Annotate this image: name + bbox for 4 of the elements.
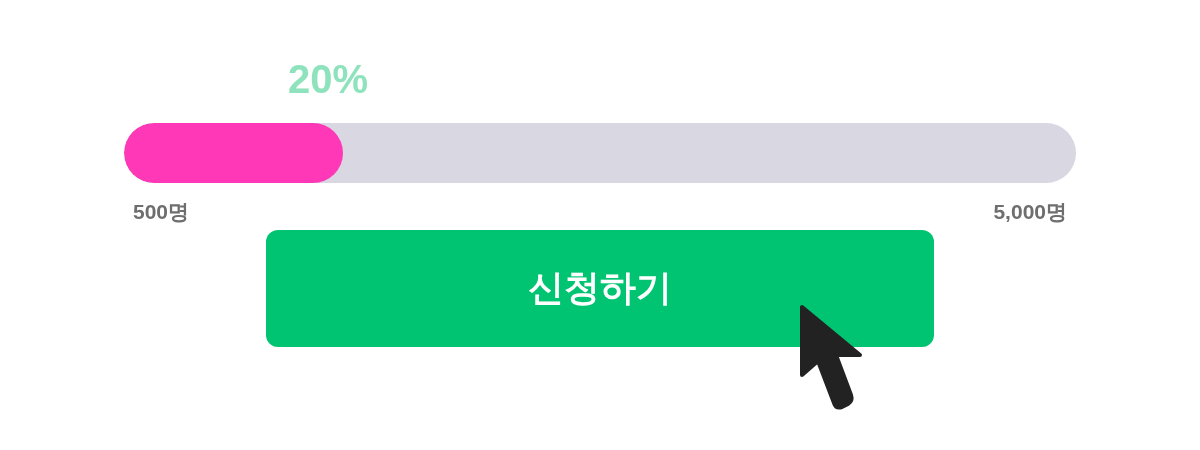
apply-button[interactable]: 신청하기 [266,229,934,347]
percent-reading: 20% [287,56,368,102]
max-label: 5,000명 [993,199,1067,225]
min-label: 500명 [133,199,190,225]
